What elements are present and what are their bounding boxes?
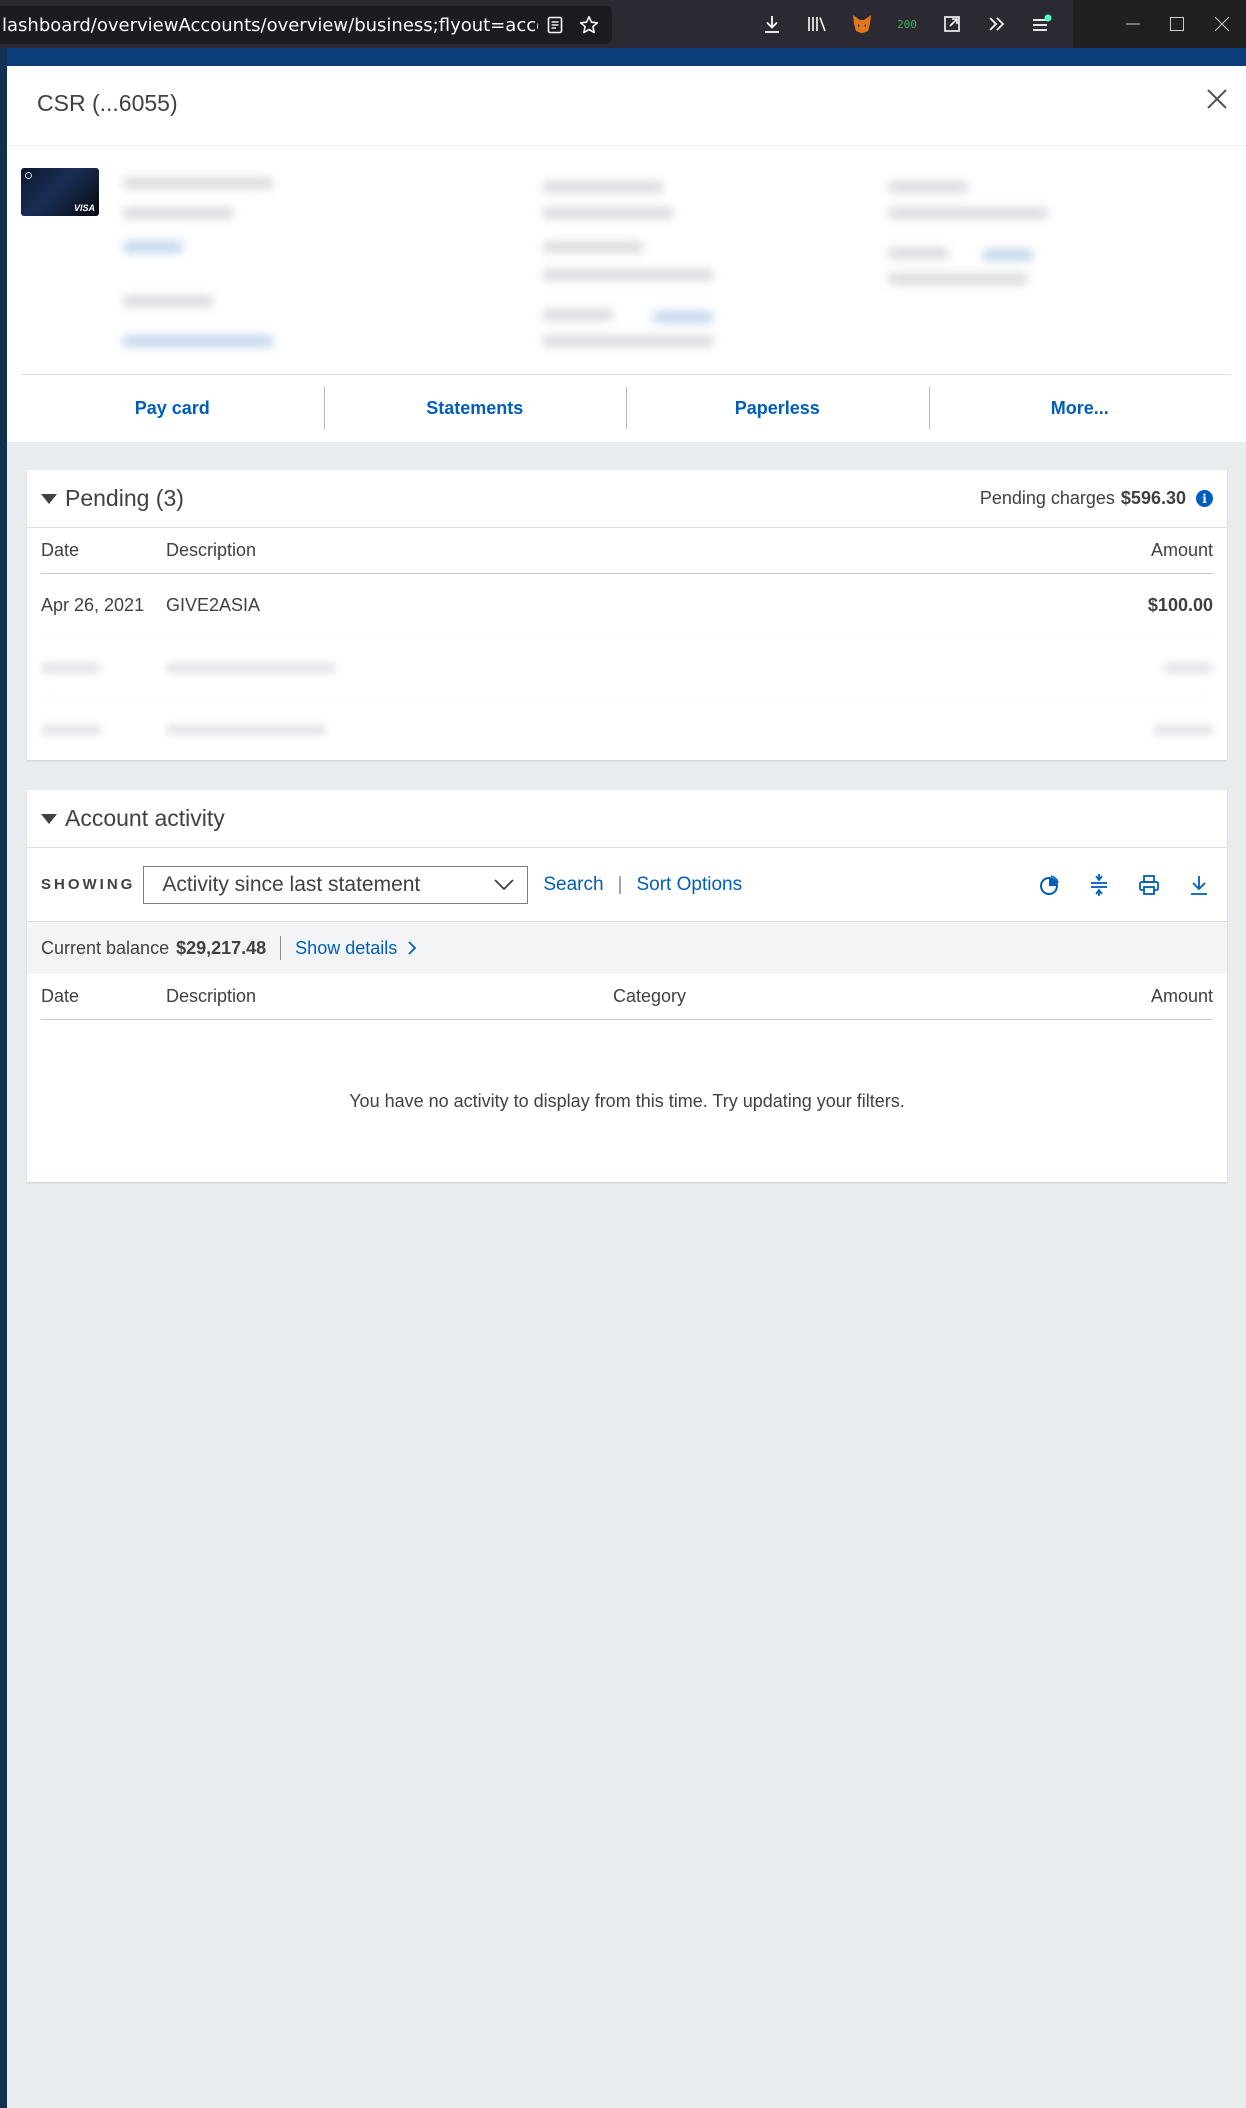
bookmark-star-icon[interactable] xyxy=(572,8,606,42)
downloads-icon[interactable] xyxy=(755,8,789,40)
col-description[interactable]: Description xyxy=(166,986,613,1007)
library-icon[interactable] xyxy=(800,8,834,40)
chevron-right-icon xyxy=(408,941,417,955)
pending-header[interactable]: Pending (3) Pending charges $596.30 i xyxy=(27,470,1227,528)
separator: | xyxy=(617,873,623,895)
address-bar[interactable]: lashboard/overviewAccounts/overview/busi… xyxy=(0,6,612,44)
app-menu-icon[interactable] xyxy=(1025,8,1059,40)
col-description[interactable]: Description xyxy=(166,540,1013,561)
col-category[interactable]: Category xyxy=(613,986,1093,1007)
separator xyxy=(280,936,282,960)
close-icon xyxy=(1207,89,1227,109)
sort-options-link[interactable]: Sort Options xyxy=(636,874,742,896)
empty-activity-message: You have no activity to display from thi… xyxy=(349,1090,905,1111)
account-title: CSR (...6055) xyxy=(37,90,178,116)
col-amount[interactable]: Amount xyxy=(1093,986,1213,1007)
show-details-link[interactable]: Show details xyxy=(295,938,419,959)
redacted-account-details xyxy=(93,146,1193,368)
pending-title: Pending (3) xyxy=(65,485,184,511)
account-activity-panel: Account activity SHOWING Activity since … xyxy=(27,790,1227,1182)
paperless-button[interactable]: Paperless xyxy=(626,375,929,442)
activity-header[interactable]: Account activity xyxy=(27,790,1227,848)
col-amount[interactable]: Amount xyxy=(1013,540,1213,561)
row-amount: $100.00 xyxy=(1147,594,1213,615)
page-header-bar xyxy=(0,48,1246,66)
activity-filter-bar: SHOWING Activity since last statement Se… xyxy=(27,848,1227,922)
extension-counter-badge[interactable]: 200 xyxy=(890,8,924,40)
pending-charges-amount: $596.30 xyxy=(1120,488,1186,508)
card-brand: VISA xyxy=(73,203,95,213)
activity-table-header: Date Description Category Amount xyxy=(41,974,1213,1020)
pending-table-header: Date Description Amount xyxy=(41,528,1213,574)
showing-label: SHOWING xyxy=(41,876,136,893)
statements-button[interactable]: Statements xyxy=(323,375,627,442)
current-balance-bar: Current balance $29,217.48 Show details xyxy=(27,922,1227,974)
activity-tools xyxy=(1035,871,1213,899)
redacted-row xyxy=(41,698,1213,760)
download-icon[interactable] xyxy=(1185,871,1213,899)
activity-title: Account activity xyxy=(65,805,225,831)
print-icon[interactable] xyxy=(1135,871,1163,899)
show-details-label[interactable]: Show details xyxy=(295,938,397,959)
pending-charges: Pending charges $596.30 i xyxy=(980,488,1213,509)
credit-card-image: VISA xyxy=(21,168,99,216)
caret-down-icon[interactable] xyxy=(41,813,57,824)
col-date[interactable]: Date xyxy=(41,540,166,561)
close-flyout-button[interactable] xyxy=(1202,84,1232,114)
pending-panel: Pending (3) Pending charges $596.30 i Da… xyxy=(27,470,1227,760)
chevron-down-icon xyxy=(494,878,514,890)
filter-selected-value: Activity since last statement xyxy=(162,872,421,896)
url-text[interactable]: lashboard/overviewAccounts/overview/busi… xyxy=(0,15,538,36)
card-logo-icon xyxy=(25,172,32,179)
overflow-chevron-icon[interactable] xyxy=(980,8,1014,40)
account-actions: Pay card Statements Paperless More... xyxy=(21,374,1231,442)
row-date: Apr 26, 2021 xyxy=(41,594,145,615)
window-close-icon[interactable] xyxy=(1198,0,1246,48)
pending-charges-label: Pending charges xyxy=(979,488,1115,508)
balance-amount: $29,217.48 xyxy=(176,937,267,958)
browser-toolbar: lashboard/overviewAccounts/overview/busi… xyxy=(0,0,1246,48)
background-page-edge xyxy=(0,48,7,2108)
collapse-rows-icon[interactable] xyxy=(1085,871,1113,899)
caret-down-icon[interactable] xyxy=(41,493,57,504)
balance-label: Current balance xyxy=(41,937,170,958)
external-link-icon[interactable] xyxy=(935,8,969,40)
row-description: GIVE2ASIA xyxy=(166,594,261,615)
more-button[interactable]: More... xyxy=(928,375,1232,442)
metamask-fox-icon[interactable] xyxy=(845,8,879,40)
reader-view-icon[interactable] xyxy=(538,8,572,42)
account-summary: VISA Pay card Statements Paperless More.… xyxy=(7,146,1246,442)
info-icon[interactable]: i xyxy=(1196,490,1213,507)
pay-card-button[interactable]: Pay card xyxy=(21,375,324,442)
minimize-icon[interactable] xyxy=(1109,0,1157,48)
flyout-header: CSR (...6055) xyxy=(7,66,1246,146)
col-date[interactable]: Date xyxy=(41,986,166,1007)
table-row[interactable]: Apr 26, 2021 GIVE2ASIA $100.00 xyxy=(41,574,1213,636)
redacted-row xyxy=(41,636,1213,698)
maximize-icon[interactable] xyxy=(1153,0,1201,48)
spending-chart-icon[interactable] xyxy=(1035,871,1063,899)
search-link[interactable]: Search xyxy=(543,874,603,896)
activity-filter-select[interactable]: Activity since last statement xyxy=(143,865,529,904)
